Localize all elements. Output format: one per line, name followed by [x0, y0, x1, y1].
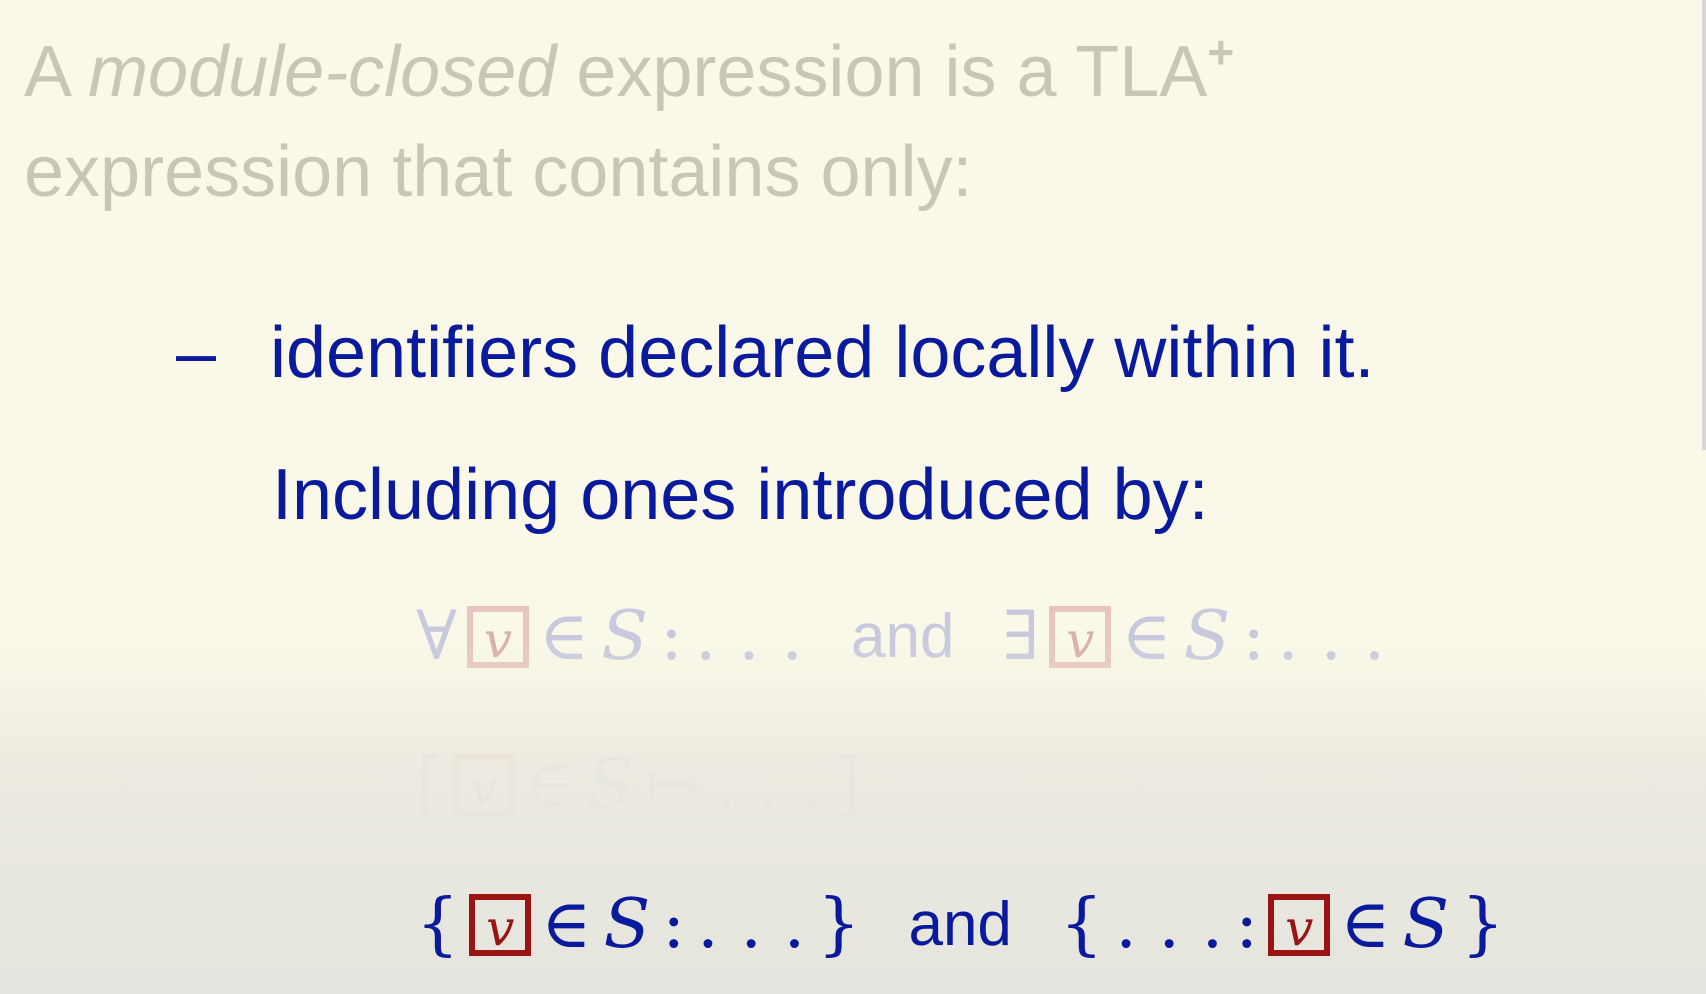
heading-middle: expression is a TLA	[556, 32, 1208, 112]
colon-symbol: :	[662, 885, 686, 964]
bullet-text: identifiers declared locally within it.	[270, 313, 1375, 393]
set-symbol: S	[1402, 885, 1450, 964]
right-brace: }	[817, 885, 861, 964]
bullet-dash: –	[176, 313, 217, 393]
left-brace: {	[1059, 885, 1104, 964]
boxed-variable: v	[1268, 894, 1331, 956]
ellipsis: . . .	[1115, 885, 1224, 964]
heading-italic-term: module-closed	[88, 32, 557, 112]
boxed-variable: v	[469, 894, 532, 956]
math-line-sets: { v ∈ S : . . . } and { . . . : v ∈ S }	[410, 880, 1510, 970]
right-brace: }	[1461, 885, 1505, 964]
ellipsis: . . .	[697, 885, 806, 964]
including-text: Including ones introduced by:	[272, 455, 1209, 535]
heading-plus: +	[1207, 26, 1235, 78]
slide-heading: A module-closed expression is a TLA+ exp…	[24, 22, 1234, 222]
set-symbol: S	[603, 885, 651, 964]
heading-prefix: A	[24, 32, 89, 112]
left-brace: {	[416, 885, 460, 964]
and-word: and	[908, 890, 1012, 959]
element-of-symbol: ∈	[541, 885, 592, 964]
heading-line2: expression that contains only:	[24, 132, 973, 212]
slide: A module-closed expression is a TLA+ exp…	[0, 0, 1706, 994]
element-of-symbol: ∈	[1340, 885, 1391, 964]
colon-symbol: :	[1235, 885, 1259, 964]
scrollbar[interactable]	[1702, 0, 1706, 450]
